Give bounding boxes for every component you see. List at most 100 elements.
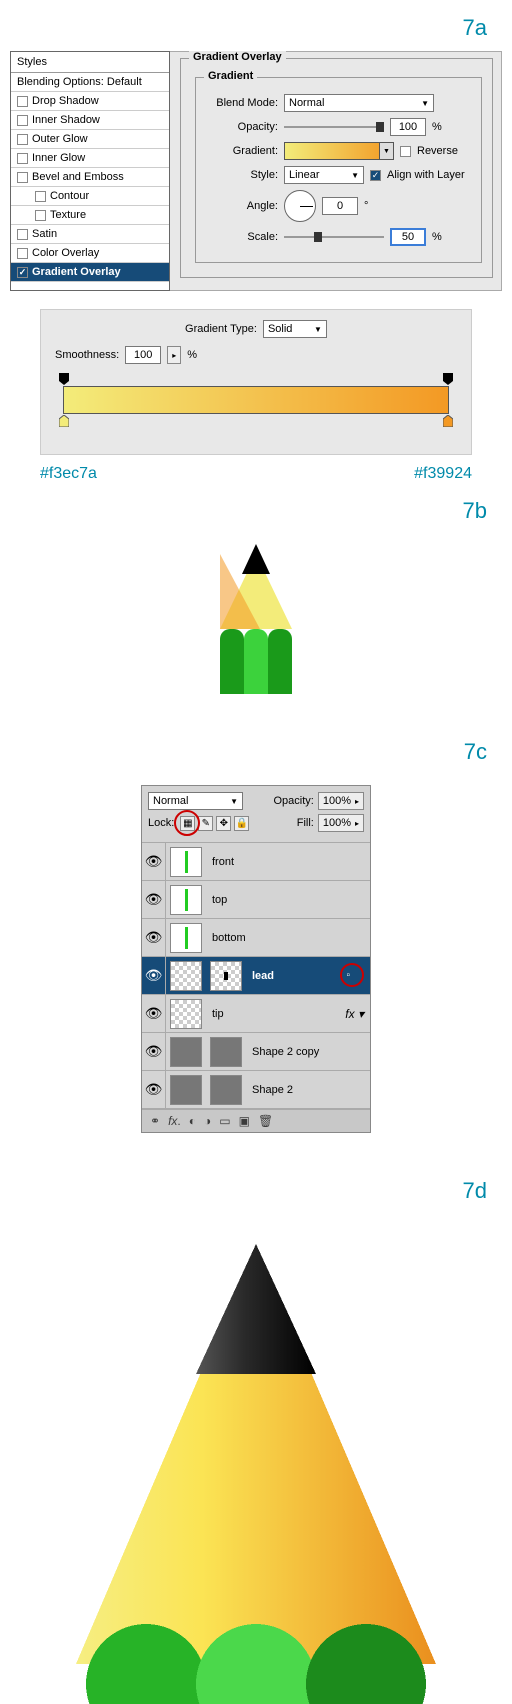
lock-label: Lock: — [148, 817, 174, 829]
layers-panel: Normal ▼ Opacity: 100%▸ Lock: ▦ ✎ ✥ 🔒 — [141, 785, 371, 1133]
pct-label: % — [432, 121, 442, 133]
scale-slider[interactable] — [284, 230, 384, 244]
checkbox-icon[interactable] — [17, 172, 28, 183]
fx-icon[interactable]: fx. — [168, 1114, 181, 1128]
style-item-label: Satin — [32, 228, 57, 240]
lock-transparency-icon[interactable]: ▦ — [180, 816, 195, 831]
layer-row-top[interactable]: 👁 top — [142, 881, 370, 919]
chevron-down-icon[interactable]: ▼ — [379, 143, 393, 159]
layer-thumbnail — [170, 885, 202, 915]
reverse-checkbox[interactable] — [400, 146, 411, 157]
checkbox-icon[interactable] — [17, 229, 28, 240]
checkbox-icon[interactable] — [35, 191, 46, 202]
gradient-label: Gradient: — [206, 145, 278, 157]
opacity-input[interactable]: 100 — [390, 118, 426, 136]
color-stop-right[interactable] — [443, 415, 453, 427]
layer-row-shape-2-copy[interactable]: 👁 Shape 2 copy — [142, 1033, 370, 1071]
deg-label: ° — [364, 200, 368, 212]
angle-input[interactable]: 0 — [322, 197, 358, 215]
lock-position-icon[interactable]: ✥ — [216, 816, 231, 831]
layer-thumbnail — [210, 1037, 242, 1067]
color-stop-left[interactable] — [59, 415, 69, 427]
style-label: Style: — [206, 169, 278, 181]
lock-pixels-icon[interactable]: ✎ — [198, 816, 213, 831]
mask-icon[interactable]: ◐ — [189, 1114, 196, 1128]
checkbox-icon[interactable] — [17, 115, 28, 126]
visibility-icon[interactable]: 👁 — [142, 1071, 166, 1108]
layer-row-front[interactable]: 👁front — [142, 843, 370, 881]
smoothness-input[interactable]: 100 — [125, 346, 161, 364]
style-item-label: Gradient Overlay — [32, 266, 121, 278]
gradient-ramp[interactable] — [63, 386, 449, 414]
gradtype-select[interactable]: Solid ▼ — [263, 320, 327, 338]
folder-icon[interactable]: ▭ — [219, 1114, 230, 1128]
checkbox-icon[interactable] — [35, 210, 46, 221]
style-item-label: Bevel and Emboss — [32, 171, 124, 183]
angle-dial[interactable] — [284, 190, 316, 222]
layer-row-shape-2[interactable]: 👁 Shape 2 — [142, 1071, 370, 1109]
visibility-icon[interactable]: 👁 — [142, 843, 166, 880]
style-item-color-overlay[interactable]: Color Overlay — [11, 244, 169, 263]
fill-input[interactable]: 100%▸ — [318, 814, 364, 832]
layer-thumbnail — [210, 961, 242, 991]
layer-row-lead[interactable]: 👁lead▫ — [142, 957, 370, 995]
angle-label: Angle: — [206, 200, 278, 212]
style-item-satin[interactable]: Satin — [11, 225, 169, 244]
adjustment-icon[interactable]: ◑ — [204, 1114, 211, 1128]
style-item-contour[interactable]: Contour — [11, 187, 169, 206]
visibility-icon[interactable]: 👁 — [142, 881, 166, 918]
lock-all-icon[interactable]: 🔒 — [234, 816, 249, 831]
layer-thumbnail — [170, 1037, 202, 1067]
smoothness-label: Smoothness: — [55, 349, 119, 361]
style-item-label: Drop Shadow — [32, 95, 99, 107]
pct-label: % — [187, 349, 197, 361]
visibility-icon[interactable]: 👁 — [142, 919, 166, 956]
style-item-label: Contour — [50, 190, 89, 202]
layer-row-tip[interactable]: 👁tipfx ▾ — [142, 995, 370, 1033]
layer-style-dialog: Styles Blending Options: Default Drop Sh… — [10, 51, 502, 291]
fx-badge-icon[interactable]: fx ▾ — [345, 1007, 370, 1021]
opacity-stop-left[interactable] — [59, 373, 69, 385]
visibility-icon[interactable]: 👁 — [142, 957, 166, 994]
link-icon[interactable]: ⚭ — [150, 1114, 160, 1128]
blending-options-item[interactable]: Blending Options: Default — [11, 73, 169, 92]
visibility-icon[interactable]: 👁 — [142, 1033, 166, 1070]
styles-list: Styles Blending Options: Default Drop Sh… — [10, 51, 170, 291]
smoothness-stepper[interactable]: ▸ — [167, 346, 181, 364]
pct-label: % — [432, 231, 442, 243]
checkbox-icon[interactable]: ✓ — [17, 267, 28, 278]
layer-name-label: top — [206, 894, 370, 906]
style-item-inner-shadow[interactable]: Inner Shadow — [11, 111, 169, 130]
layer-name-label: Shape 2 copy — [246, 1046, 370, 1058]
visibility-icon[interactable]: 👁 — [142, 995, 166, 1032]
checkbox-icon[interactable] — [17, 153, 28, 164]
layer-thumbnail — [170, 1075, 202, 1105]
hex-left: #f3ec7a — [40, 465, 97, 483]
style-value: Linear — [289, 169, 320, 181]
layer-name-label: Shape 2 — [246, 1084, 370, 1096]
opacity-slider[interactable] — [284, 120, 384, 134]
style-item-drop-shadow[interactable]: Drop Shadow — [11, 92, 169, 111]
style-item-bevel-and-emboss[interactable]: Bevel and Emboss — [11, 168, 169, 187]
checkbox-icon[interactable] — [17, 96, 28, 107]
align-checkbox[interactable]: ✓ — [370, 170, 381, 181]
style-select[interactable]: Linear ▼ — [284, 166, 364, 184]
opacity-stop-right[interactable] — [443, 373, 453, 385]
trash-icon[interactable]: 🗑 — [258, 1114, 273, 1128]
layer-opacity-input[interactable]: 100%▸ — [318, 792, 364, 810]
style-item-inner-glow[interactable]: Inner Glow — [11, 149, 169, 168]
layer-row-bottom[interactable]: 👁bottom — [142, 919, 370, 957]
style-item-texture[interactable]: Texture — [11, 206, 169, 225]
chevron-down-icon: ▼ — [314, 325, 322, 334]
gradient-swatch[interactable]: ▼ — [284, 142, 394, 160]
style-item-gradient-overlay[interactable]: ✓ Gradient Overlay — [11, 263, 169, 282]
layer-blendmode-select[interactable]: Normal ▼ — [148, 792, 243, 810]
scale-label: Scale: — [206, 231, 278, 243]
style-item-outer-glow[interactable]: Outer Glow — [11, 130, 169, 149]
chevron-down-icon: ▼ — [421, 99, 429, 108]
blendmode-select[interactable]: Normal ▼ — [284, 94, 434, 112]
scale-input[interactable]: 50 — [390, 228, 426, 246]
new-layer-icon[interactable]: ▣ — [239, 1114, 250, 1128]
checkbox-icon[interactable] — [17, 134, 28, 145]
checkbox-icon[interactable] — [17, 248, 28, 259]
